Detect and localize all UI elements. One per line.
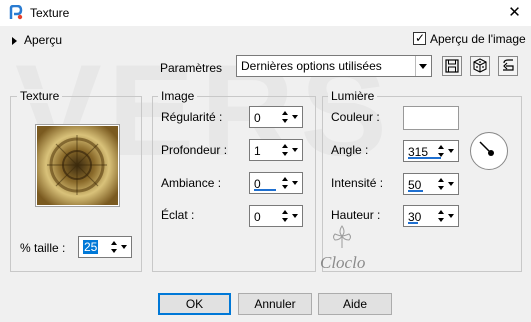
height-slider-fill bbox=[408, 222, 418, 224]
reset-button[interactable] bbox=[498, 56, 518, 76]
size-label: % taille : bbox=[20, 241, 66, 255]
spin-down-icon bbox=[282, 185, 288, 189]
spin-arrows[interactable] bbox=[436, 175, 446, 193]
regularity-spinbox[interactable]: 0 bbox=[249, 106, 303, 128]
preset-value: Dernières options utilisées bbox=[241, 59, 382, 73]
help-button[interactable]: Aide bbox=[318, 293, 392, 315]
spin-up-icon bbox=[438, 210, 444, 214]
preset-dropdown[interactable] bbox=[415, 56, 431, 76]
depth-value: 1 bbox=[254, 144, 261, 158]
preview-toggle[interactable]: Aperçu bbox=[12, 33, 62, 47]
ambiance-spinbox[interactable]: 0 bbox=[249, 172, 303, 194]
intensity-dropdown[interactable] bbox=[447, 174, 458, 194]
angle-dial[interactable] bbox=[470, 132, 508, 170]
close-button[interactable]: ✕ bbox=[498, 0, 531, 26]
regularity-dropdown[interactable] bbox=[291, 107, 302, 127]
spin-up-icon bbox=[282, 177, 288, 181]
preset-select[interactable]: Dernières options utilisées bbox=[236, 55, 432, 77]
save-preset-icon bbox=[445, 59, 459, 73]
chevron-down-icon bbox=[292, 181, 298, 185]
shine-value: 0 bbox=[254, 210, 261, 224]
intensity-slider-fill bbox=[408, 190, 423, 192]
depth-label: Profondeur : bbox=[161, 143, 228, 157]
spin-up-icon bbox=[111, 241, 117, 245]
chevron-down-icon bbox=[292, 148, 298, 152]
window-title: Texture bbox=[30, 6, 70, 20]
paintshop-icon bbox=[8, 4, 24, 21]
spin-down-icon bbox=[438, 218, 444, 222]
image-preview-label: Aperçu de l'image bbox=[430, 32, 526, 46]
cancel-button[interactable]: Annuler bbox=[238, 293, 312, 315]
chevron-down-icon bbox=[448, 182, 454, 186]
spin-down-icon bbox=[438, 186, 444, 190]
depth-spinbox[interactable]: 1 bbox=[249, 139, 303, 161]
angle-spinbox[interactable]: 315 bbox=[403, 140, 459, 162]
spin-up-icon bbox=[438, 145, 444, 149]
angle-label: Angle : bbox=[331, 143, 369, 157]
reset-icon bbox=[503, 59, 514, 71]
height-label: Hauteur : bbox=[331, 208, 381, 222]
random-dice-icon bbox=[473, 58, 487, 73]
spin-down-icon bbox=[282, 119, 288, 123]
spin-down-icon bbox=[282, 218, 288, 222]
chevron-down-icon bbox=[121, 245, 127, 249]
regularity-value: 0 bbox=[254, 111, 261, 125]
depth-dropdown[interactable] bbox=[291, 140, 302, 160]
ambiance-slider-fill bbox=[254, 189, 276, 191]
chevron-down-icon bbox=[292, 115, 298, 119]
chevron-down-icon bbox=[292, 214, 298, 218]
cloclo-signature-logo: Cloclo bbox=[320, 225, 365, 272]
regularity-label: Régularité : bbox=[161, 110, 223, 124]
light-color-swatch[interactable] bbox=[403, 106, 459, 130]
intensity-label: Intensité : bbox=[331, 176, 384, 190]
angle-slider-fill bbox=[408, 157, 441, 159]
light-group-title: Lumière bbox=[328, 89, 378, 103]
preview-toggle-label: Aperçu bbox=[24, 33, 63, 47]
ambiance-label: Ambiance : bbox=[161, 176, 222, 190]
size-dropdown[interactable] bbox=[120, 237, 131, 257]
signature-text: Cloclo bbox=[320, 253, 365, 272]
color-label: Couleur : bbox=[331, 110, 380, 124]
height-spinbox[interactable]: 30 bbox=[403, 205, 459, 227]
size-spinbox[interactable]: 25 bbox=[78, 236, 132, 258]
title-bar bbox=[0, 0, 531, 26]
texture-thumbnail-frame[interactable] bbox=[35, 124, 120, 207]
spin-arrows[interactable] bbox=[109, 238, 119, 256]
spin-up-icon bbox=[282, 111, 288, 115]
spin-arrows[interactable] bbox=[280, 108, 290, 126]
spin-arrows[interactable] bbox=[436, 207, 446, 225]
spin-down-icon bbox=[282, 152, 288, 156]
spin-arrows[interactable] bbox=[280, 141, 290, 159]
spin-arrows[interactable] bbox=[280, 174, 290, 192]
ambiance-dropdown[interactable] bbox=[291, 173, 302, 193]
parameters-label: Paramètres bbox=[160, 61, 223, 75]
texture-group-title: Texture bbox=[17, 89, 63, 103]
image-preview-checkbox[interactable]: ✓ bbox=[413, 31, 426, 45]
save-preset-button[interactable] bbox=[442, 56, 462, 76]
height-dropdown[interactable] bbox=[447, 206, 458, 226]
ok-button[interactable]: OK bbox=[158, 293, 231, 315]
spin-up-icon bbox=[282, 144, 288, 148]
expand-arrow-icon bbox=[12, 36, 17, 45]
spin-up-icon bbox=[438, 178, 444, 182]
chevron-down-icon bbox=[448, 214, 454, 218]
chevron-down-icon bbox=[419, 64, 427, 69]
checkmark-icon: ✓ bbox=[415, 31, 426, 45]
chevron-down-icon bbox=[448, 149, 454, 153]
spin-down-icon bbox=[111, 249, 117, 253]
spin-up-icon bbox=[282, 210, 288, 214]
texture-thumbnail bbox=[37, 126, 118, 205]
random-button[interactable] bbox=[470, 56, 490, 76]
intensity-spinbox[interactable]: 50 bbox=[403, 173, 459, 195]
shine-label: Éclat : bbox=[161, 208, 195, 222]
size-value: 25 bbox=[83, 240, 99, 254]
image-group-title: Image bbox=[158, 89, 198, 103]
spin-arrows[interactable] bbox=[280, 207, 290, 225]
angle-dial-needle bbox=[479, 141, 494, 156]
angle-dropdown[interactable] bbox=[447, 141, 458, 161]
